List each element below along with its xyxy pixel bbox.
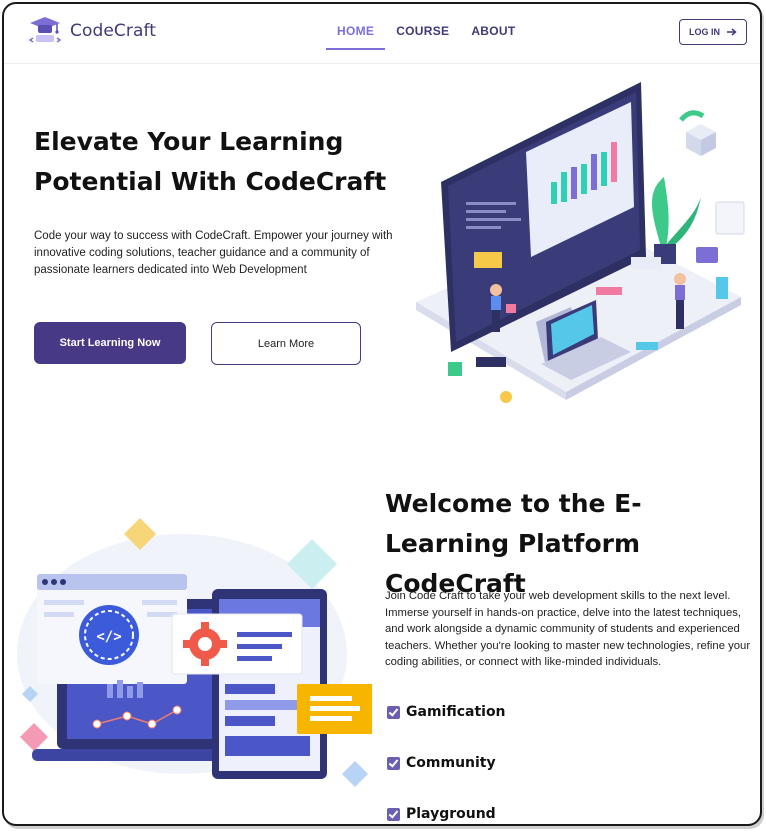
feature-label: Community: [406, 755, 496, 771]
web-development-screens-illustration: </>: [17, 518, 372, 787]
start-learning-button[interactable]: Start Learning Now: [34, 322, 186, 364]
brand-logo[interactable]: CodeCraft: [28, 14, 156, 48]
svg-text:</>: </>: [96, 629, 121, 645]
checkbox-icon: [387, 807, 400, 821]
checkbox-icon: [387, 705, 400, 719]
arrow-right-icon: [727, 28, 737, 36]
feature-label: Playground: [406, 806, 496, 822]
feature-gamification: Gamification: [387, 704, 506, 720]
nav-about[interactable]: ABOUT: [460, 4, 526, 50]
learn-more-button[interactable]: Learn More: [211, 322, 361, 365]
navbar: CodeCraft HOME COURSE ABOUT LOG IN: [4, 4, 760, 64]
main-menu: HOME COURSE ABOUT: [326, 4, 527, 50]
nav-course[interactable]: COURSE: [385, 4, 460, 50]
hero-title: Elevate Your Learning Potential With Cod…: [34, 127, 387, 196]
graduation-cap-icon: [28, 17, 62, 43]
brand-name: CodeCraft: [70, 21, 157, 41]
login-button[interactable]: LOG IN: [679, 19, 747, 45]
isometric-coding-workspace-illustration: [416, 82, 745, 403]
checkbox-icon: [387, 756, 400, 770]
login-label: LOG IN: [689, 27, 720, 37]
browser-frame: CodeCraft HOME COURSE ABOUT LOG IN Eleva…: [2, 2, 762, 826]
hero-description: Code your way to success with CodeCraft.…: [34, 230, 393, 276]
feature-label: Gamification: [406, 704, 506, 720]
welcome-title: Welcome to the E-Learning Platform CodeC…: [385, 489, 642, 598]
nav-home[interactable]: HOME: [326, 4, 386, 50]
feature-community: Community: [387, 755, 496, 771]
welcome-description: Join Code Craft to take your web develop…: [385, 590, 751, 668]
feature-playground: Playground: [387, 806, 496, 822]
